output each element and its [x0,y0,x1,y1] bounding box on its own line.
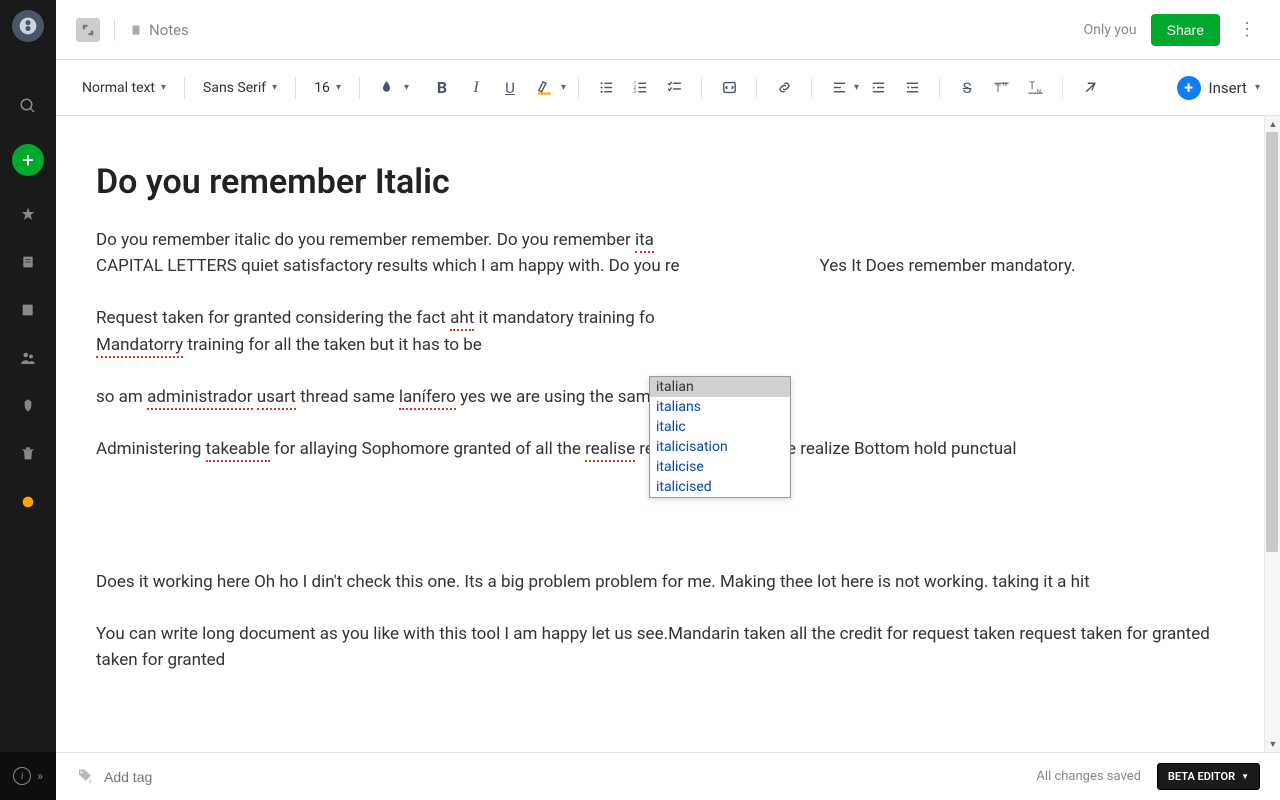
underline-button[interactable]: U [495,73,525,103]
svg-text:T: T [995,84,1001,95]
svg-text:3: 3 [633,89,636,95]
search-icon[interactable] [18,96,38,116]
breadcrumb-text: Notes [149,21,189,39]
strike-button[interactable]: S [952,73,982,103]
doc-title[interactable]: Do you remember Italic [96,156,1220,209]
numbered-list-button[interactable]: 123 [625,73,655,103]
link-button[interactable] [769,73,799,103]
shared-icon[interactable] [18,348,38,368]
align-chevron[interactable]: ▾ [854,82,859,93]
text-color-button[interactable] [372,73,402,103]
expand-sidebar-icon[interactable]: » [37,769,43,783]
topbar: Notes Only you Share ⋮ [56,0,1280,60]
suggest-item[interactable]: italicised [650,477,790,497]
suggest-item[interactable]: italian [650,377,790,397]
app-logo[interactable] [12,10,44,42]
tag-icon[interactable] [18,396,38,416]
clear-format-button[interactable] [1075,73,1105,103]
tag-input[interactable] [104,769,285,785]
checklist-button[interactable] [659,73,689,103]
notebook-bc-icon [129,23,143,37]
upgrade-icon[interactable] [18,492,38,512]
suggest-item[interactable]: italicise [650,457,790,477]
highlight-chevron[interactable]: ▾ [561,82,566,93]
outdent-button[interactable] [897,73,927,103]
notes-icon[interactable] [18,252,38,272]
indent-button[interactable] [863,73,893,103]
share-button[interactable]: Share [1151,14,1220,46]
visibility-label[interactable]: Only you [1084,22,1137,38]
align-left-button[interactable] [824,73,854,103]
breadcrumb[interactable]: Notes [129,21,189,39]
codeblock-button[interactable] [714,73,744,103]
text-color-chevron[interactable]: ▾ [404,82,409,93]
scroll-down-icon[interactable]: ▼ [1265,736,1280,752]
superscript-button[interactable]: TN [986,73,1016,103]
bold-button[interactable]: B [427,73,457,103]
fontsize-dropdown[interactable]: 16▾ [308,76,347,100]
trash-icon[interactable] [18,444,38,464]
save-status: All changes saved [1036,769,1141,784]
sidebar-footer: i » [0,752,56,800]
insert-plus-icon: + [1177,76,1201,100]
scrollbar[interactable]: ▲ ▼ [1264,116,1280,752]
suggest-item[interactable]: italicisation [650,437,790,457]
more-menu-icon[interactable]: ⋮ [1234,19,1260,40]
content-area: Do you remember Italic Do you remember i… [56,116,1280,752]
editor-toolbar: Normal text▾ Sans Serif▾ 16▾ ▾ B I U ▾ 1… [56,60,1280,116]
svg-text:T: T [1029,81,1035,92]
highlight-button[interactable] [529,73,559,103]
scroll-thumb[interactable] [1266,132,1278,552]
expand-note-button[interactable] [76,18,100,42]
autocomplete-popup: italian italians italic italicisation it… [649,376,791,498]
suggest-item[interactable]: italic [650,417,790,437]
subscript-button[interactable]: TN [1020,73,1050,103]
main-area: Notes Only you Share ⋮ Normal text▾ Sans… [56,0,1280,800]
svg-text:N: N [1036,89,1040,95]
italic-button[interactable]: I [461,73,491,103]
notebook-icon[interactable] [18,300,38,320]
scroll-up-icon[interactable]: ▲ [1265,116,1280,132]
beta-editor-button[interactable]: BETA EDITOR▼ [1157,763,1260,790]
bullet-list-button[interactable] [591,73,621,103]
font-dropdown[interactable]: Sans Serif▾ [197,76,283,100]
add-tag-icon[interactable]: + [76,768,94,786]
sidebar: + i » [0,0,56,800]
svg-text:+: + [88,776,92,785]
style-dropdown[interactable]: Normal text▾ [76,76,172,100]
suggest-item[interactable]: italians [650,397,790,417]
insert-menu[interactable]: + Insert ▾ [1177,76,1260,100]
new-note-button[interactable]: + [12,144,44,176]
footer: + All changes saved BETA EDITOR▼ [56,752,1280,800]
info-icon[interactable]: i [13,767,31,785]
star-icon[interactable] [18,204,38,224]
